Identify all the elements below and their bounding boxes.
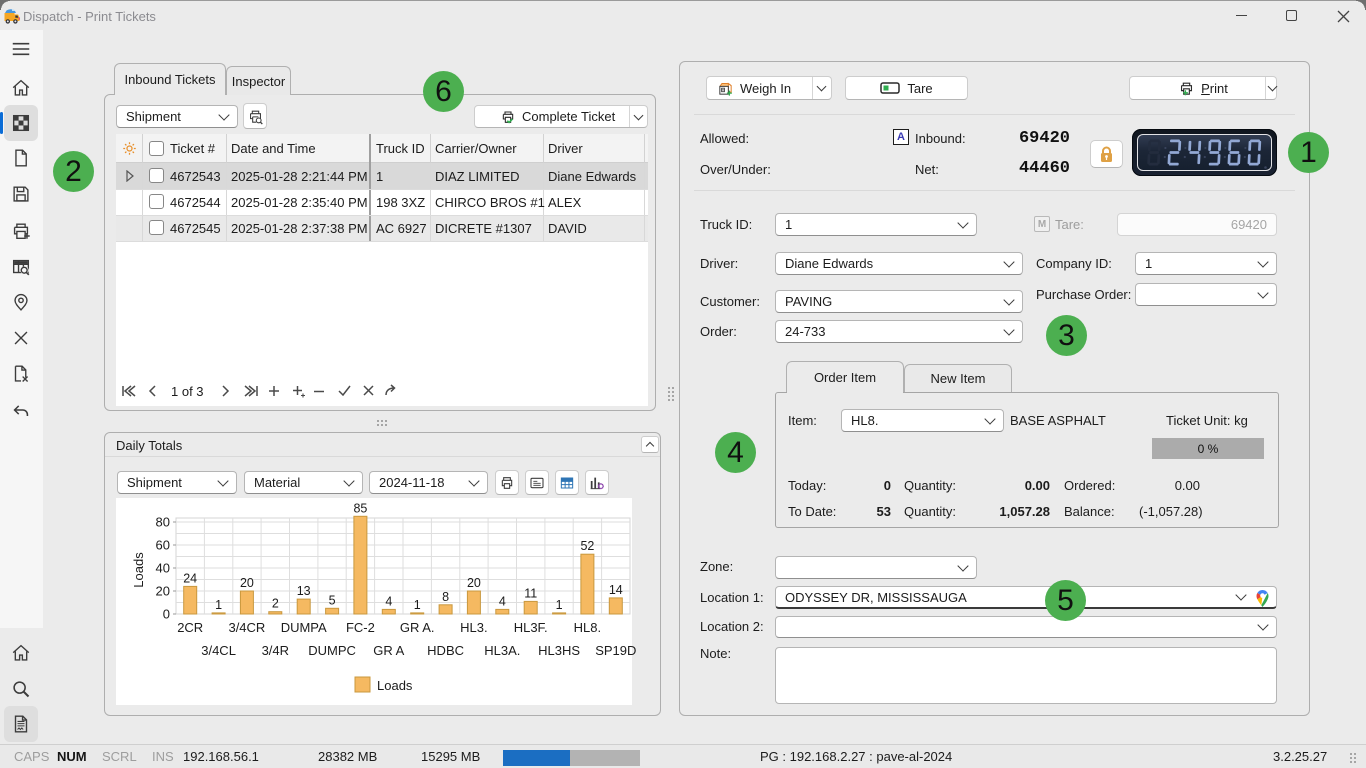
svg-text:5: 5 [329, 593, 336, 607]
svg-text:2: 2 [272, 597, 279, 611]
svg-text:1: 1 [414, 598, 421, 612]
svg-text:3/4CL: 3/4CL [201, 643, 236, 658]
svg-text:13: 13 [297, 584, 311, 598]
svg-text:2CR: 2CR [177, 620, 203, 635]
svg-text:20: 20 [467, 576, 481, 590]
svg-text:0: 0 [163, 607, 170, 622]
svg-text:Loads: Loads [377, 678, 413, 693]
svg-text:GR A: GR A [373, 643, 404, 658]
svg-text:DUMPA: DUMPA [281, 620, 327, 635]
svg-text:Loads: Loads [131, 552, 146, 588]
svg-text:HL3F.: HL3F. [514, 620, 548, 635]
svg-text:HL8.: HL8. [574, 620, 601, 635]
svg-text:GR A.: GR A. [400, 620, 435, 635]
svg-text:3/4CR: 3/4CR [228, 620, 265, 635]
svg-text:20: 20 [156, 584, 170, 599]
svg-text:80: 80 [156, 515, 170, 530]
svg-text:8: 8 [442, 590, 449, 604]
svg-text:SP19D: SP19D [595, 643, 636, 658]
svg-text:52: 52 [580, 539, 594, 553]
svg-text:20: 20 [240, 576, 254, 590]
svg-text:4: 4 [499, 594, 506, 608]
svg-text:85: 85 [353, 501, 367, 515]
svg-text:HL3.: HL3. [460, 620, 487, 635]
svg-text:DUMPC: DUMPC [308, 643, 356, 658]
svg-text:1: 1 [215, 598, 222, 612]
svg-text:40: 40 [156, 561, 170, 576]
svg-text:3/4R: 3/4R [262, 643, 289, 658]
svg-text:FC-2: FC-2 [346, 620, 375, 635]
svg-text:60: 60 [156, 538, 170, 553]
svg-text:4: 4 [385, 594, 392, 608]
svg-text:HL3A.: HL3A. [484, 643, 520, 658]
svg-text:24: 24 [183, 571, 197, 585]
svg-text:HDBC: HDBC [427, 643, 464, 658]
svg-text:11: 11 [524, 586, 537, 600]
svg-text:HL3HS: HL3HS [538, 643, 580, 658]
svg-text:14: 14 [609, 583, 623, 597]
svg-text:1: 1 [556, 598, 563, 612]
